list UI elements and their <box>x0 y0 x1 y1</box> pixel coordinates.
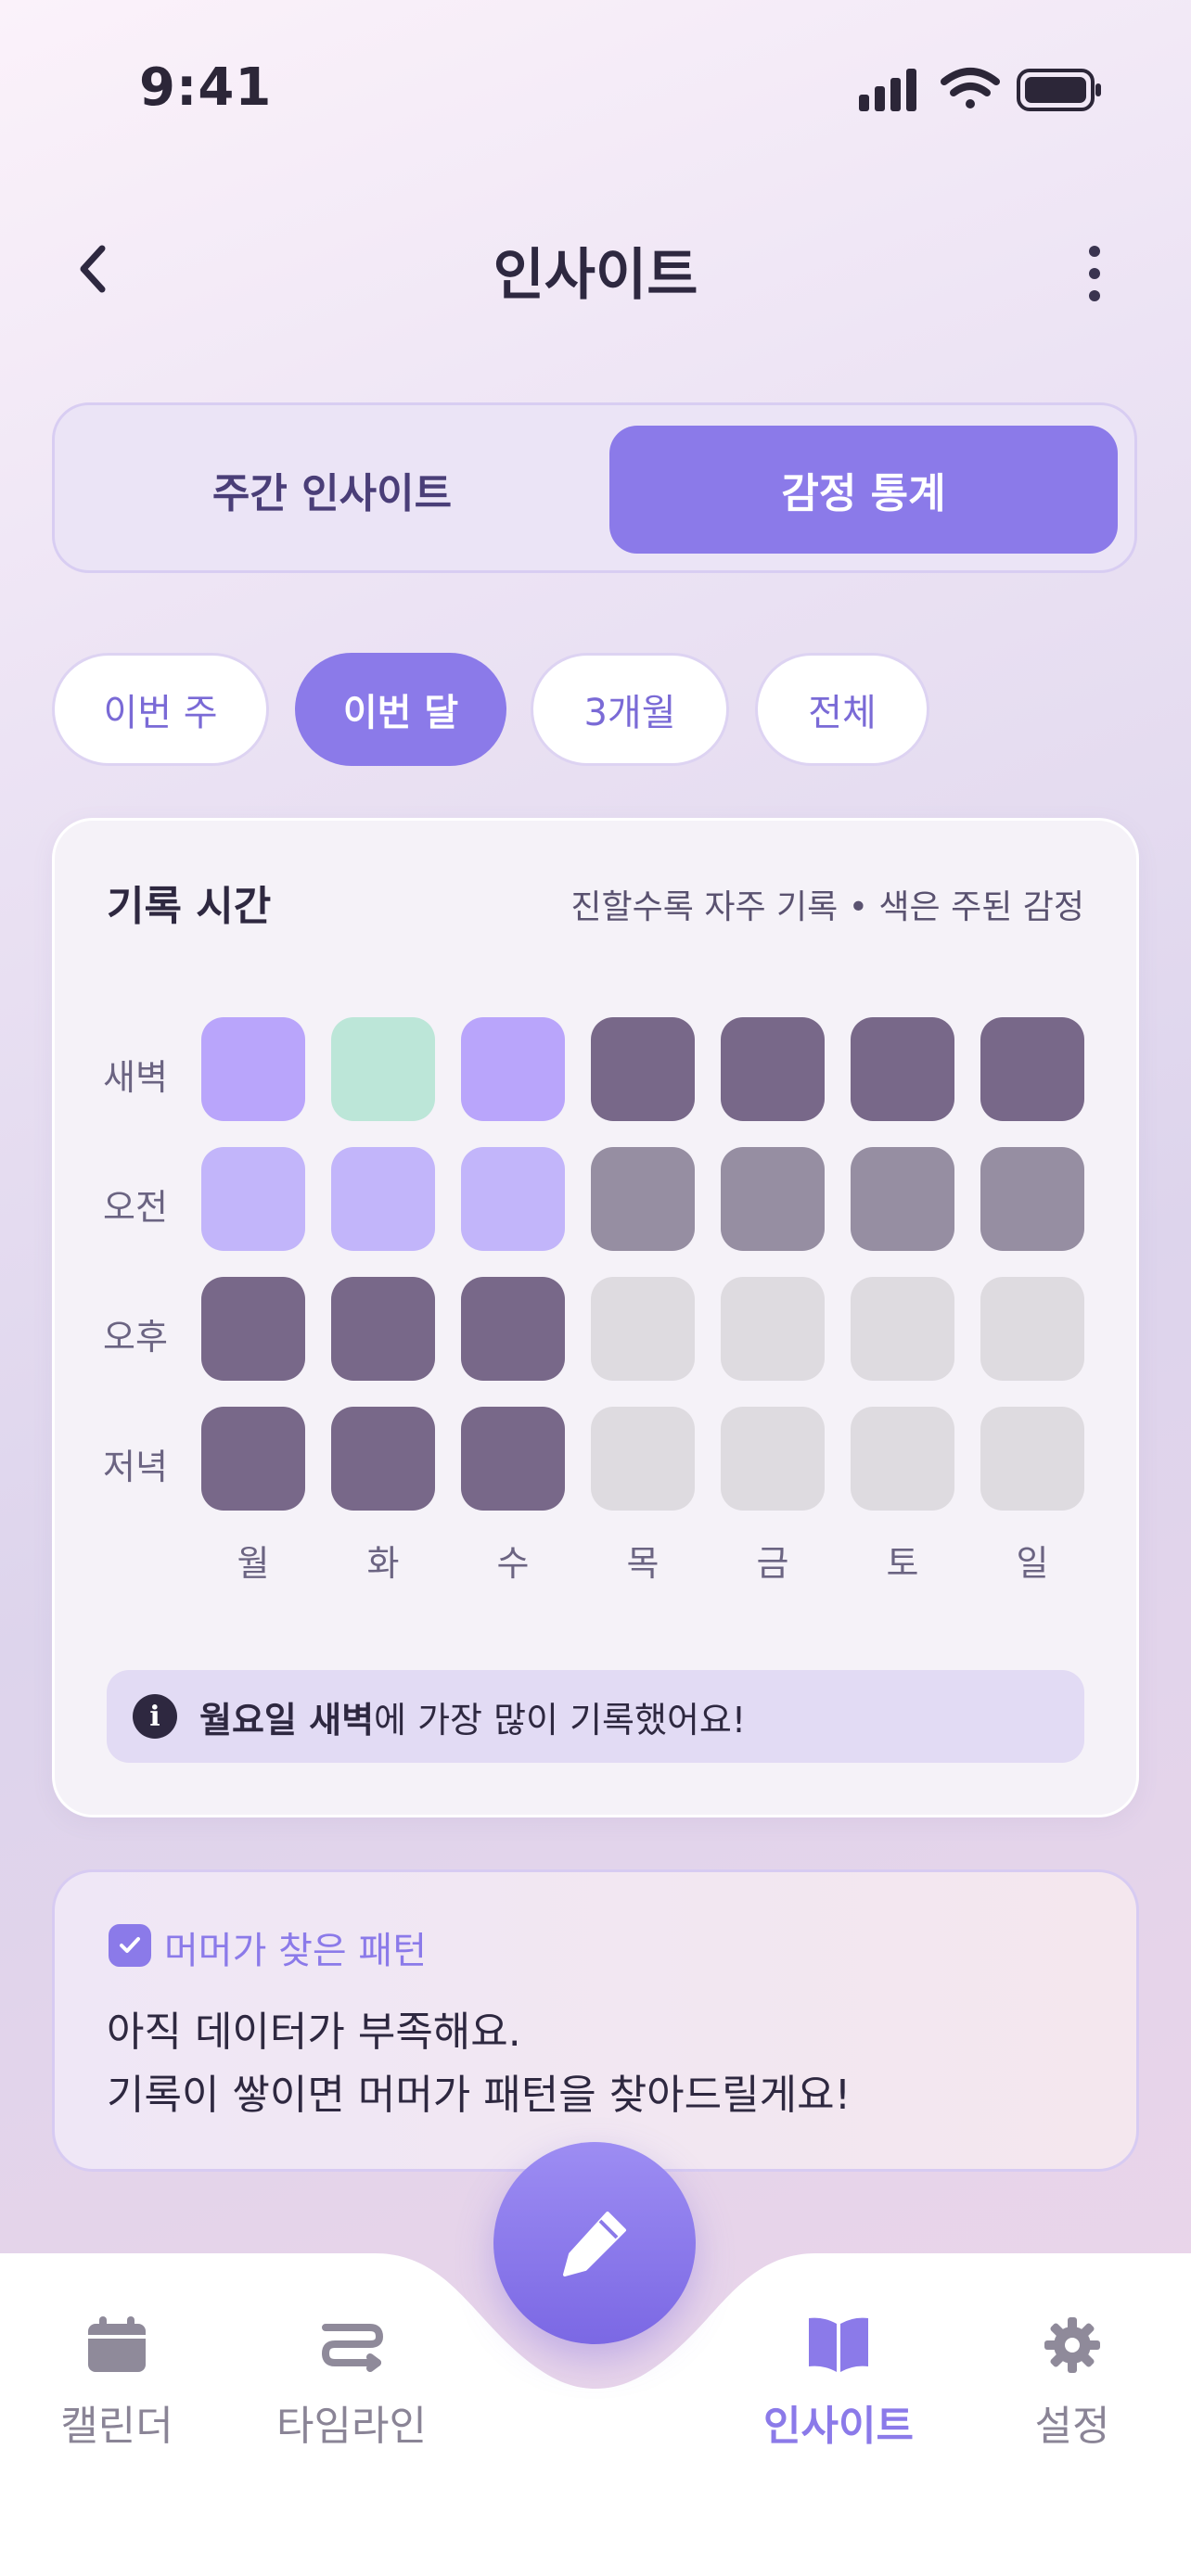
pattern-message-line-1: 아직 데이터가 부족해요. <box>107 2009 521 2056</box>
tip-text: 월요일 새벽에 가장 많이 기록했어요! <box>199 1691 746 1742</box>
heatmap-cell[interactable] <box>591 1277 695 1381</box>
tip-highlight: 월요일 새벽 <box>199 1699 375 1741</box>
heatmap-cell[interactable] <box>461 1017 565 1121</box>
period-3-months[interactable]: 3개월 <box>531 653 729 766</box>
book-icon <box>809 2317 868 2372</box>
nav-label-settings: 설정 <box>1034 2403 1110 2450</box>
nav-label-timeline: 타임라인 <box>276 2403 427 2450</box>
battery-icon <box>1017 69 1101 111</box>
tab-weekly-insight[interactable]: 주간 인사이트 <box>75 426 589 554</box>
heatmap-cell[interactable] <box>980 1147 1084 1251</box>
row-label-afternoon: 오후 <box>103 1317 168 1358</box>
row-label-dawn: 새벽 <box>103 1057 168 1098</box>
pattern-label: 머머가 찾은 패턴 <box>164 1930 428 1972</box>
day-label-sat: 토 <box>886 1543 919 1584</box>
heatmap-cell[interactable] <box>721 1017 825 1121</box>
heatmap-cell[interactable] <box>331 1277 435 1381</box>
timeline-icon <box>322 2324 383 2372</box>
heatmap-cell[interactable] <box>851 1407 954 1511</box>
heatmap-cell[interactable] <box>851 1277 954 1381</box>
heatmap-cell[interactable] <box>851 1147 954 1251</box>
record-time-card: 기록 시간 진할수록 자주 기록 • 색은 주된 감정 새벽 오전 오후 저녁 … <box>52 818 1139 1817</box>
heatmap-cell[interactable] <box>851 1017 954 1121</box>
day-label-mon: 월 <box>237 1543 270 1584</box>
heatmap-cell[interactable] <box>721 1147 825 1251</box>
more-dots-icon <box>1089 246 1100 257</box>
tip-rest: 에 가장 많이 기록했어요! <box>374 1699 747 1741</box>
heatmap-cell[interactable] <box>331 1017 435 1121</box>
heatmap-cell[interactable] <box>721 1407 825 1511</box>
wifi-icon <box>941 68 1000 108</box>
period-this-month[interactable]: 이번 달 <box>295 653 506 766</box>
day-label-fri: 금 <box>756 1543 789 1584</box>
status-time: 9:41 <box>139 57 273 118</box>
nav-insight[interactable]: 인사이트 <box>746 2315 931 2452</box>
card-hint: 진할수록 자주 기록 • 색은 주된 감정 <box>570 888 1084 926</box>
nav-calendar[interactable]: 캘린더 <box>24 2315 210 2452</box>
day-label-thu: 목 <box>626 1543 660 1584</box>
signal-icon <box>859 69 916 111</box>
nav-label-calendar: 캘린더 <box>60 2403 173 2450</box>
heatmap-cell[interactable] <box>461 1407 565 1511</box>
heatmap-cell[interactable] <box>331 1407 435 1511</box>
heatmap-cell[interactable] <box>201 1407 305 1511</box>
card-title: 기록 시간 <box>107 883 272 930</box>
info-icon: i <box>133 1694 177 1739</box>
heatmap-cell[interactable] <box>721 1277 825 1381</box>
insight-segmented-control: 주간 인사이트 감정 통계 <box>52 402 1137 573</box>
heatmap-cell[interactable] <box>980 1277 1084 1381</box>
page-title: 인사이트 <box>493 243 698 308</box>
checkbox-icon <box>109 1924 151 1967</box>
heatmap-cell[interactable] <box>461 1147 565 1251</box>
status-icons <box>859 68 1101 111</box>
heatmap-cell[interactable] <box>201 1147 305 1251</box>
tab-emotion-stats[interactable]: 감정 통계 <box>609 426 1118 554</box>
heatmap-cell[interactable] <box>591 1017 695 1121</box>
insight-tip: i 월요일 새벽에 가장 많이 기록했어요! <box>107 1670 1084 1763</box>
day-label-wed: 수 <box>496 1543 530 1584</box>
period-this-week[interactable]: 이번 주 <box>52 653 269 766</box>
period-all[interactable]: 전체 <box>755 653 929 766</box>
day-label-tue: 화 <box>366 1543 400 1584</box>
heatmap-cell[interactable] <box>201 1017 305 1121</box>
day-label-sun: 일 <box>1016 1543 1049 1584</box>
heatmap-cell[interactable] <box>591 1407 695 1511</box>
heatmap-cell[interactable] <box>201 1277 305 1381</box>
nav-settings[interactable]: 설정 <box>980 2315 1165 2452</box>
pattern-message-line-2: 기록이 쌓이면 머머가 패턴을 찾아드릴게요! <box>107 2072 852 2119</box>
more-options-button[interactable] <box>1076 236 1113 311</box>
pencil-icon <box>563 2212 626 2276</box>
row-label-morning: 오전 <box>103 1187 168 1228</box>
heatmap-cell[interactable] <box>461 1277 565 1381</box>
calendar-icon <box>88 2316 146 2372</box>
pattern-card: 머머가 찾은 패턴 아직 데이터가 부족해요. 기록이 쌓이면 머머가 패턴을 … <box>52 1869 1139 2172</box>
row-label-evening: 저녁 <box>103 1447 168 1487</box>
write-entry-button[interactable] <box>493 2142 696 2344</box>
heatmap-cell[interactable] <box>591 1147 695 1251</box>
heatmap-cell[interactable] <box>331 1147 435 1251</box>
gear-icon <box>1044 2317 1100 2373</box>
nav-label-insight: 인사이트 <box>763 2403 914 2450</box>
nav-timeline[interactable]: 타임라인 <box>259 2315 444 2452</box>
heatmap-cell[interactable] <box>980 1407 1084 1511</box>
heatmap-cell[interactable] <box>980 1017 1084 1121</box>
